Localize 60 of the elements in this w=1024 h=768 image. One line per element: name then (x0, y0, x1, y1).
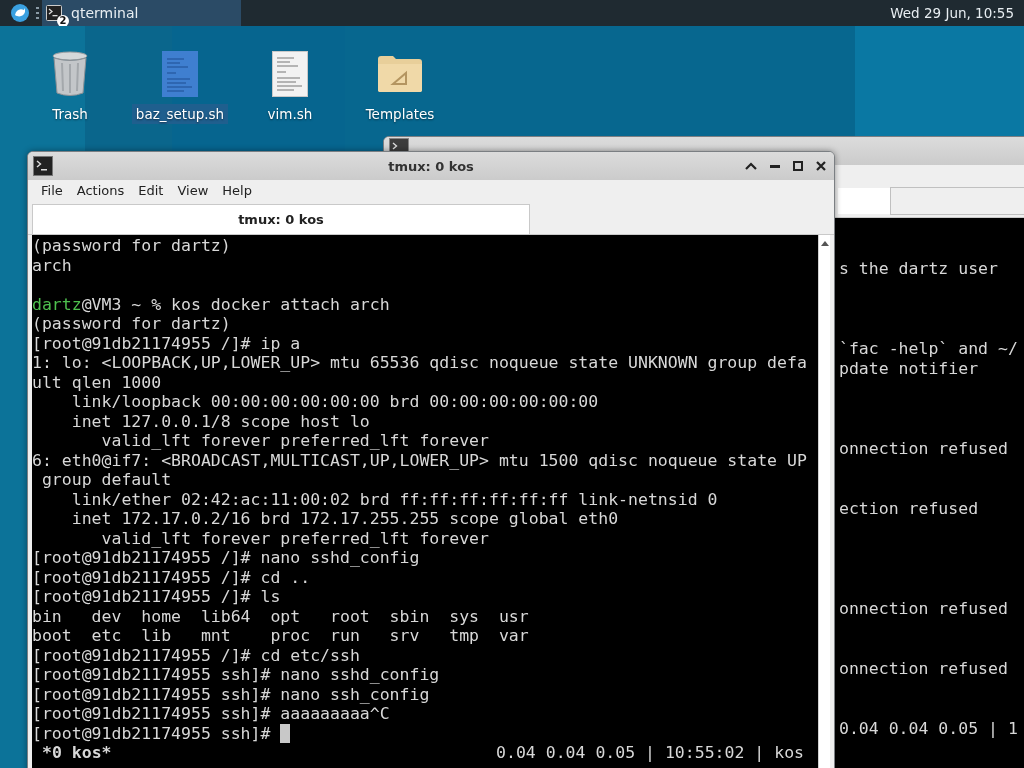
terminal-line: inet 127.0.0.1/8 scope host lo (70, 411, 370, 431)
terminal-icon (33, 156, 53, 176)
terminal-line: link/loopback 00:00:00:00:00:00 brd 00:00:00:00:00:00 (70, 392, 599, 412)
terminal-line: 1: lo: <LOOPBACK,UP,LOWER_UP> mtu 65536 qdisc noqueue state UNKNOWN group defa (32, 353, 807, 373)
drag-handle-icon[interactable] (36, 7, 39, 19)
terminal-line: [root@91db21174955 /]# cd .. (32, 567, 311, 587)
clock: Wed 29 Jun, 10:55 (890, 5, 1014, 21)
terminal-tab[interactable]: tmux: 0 kos (32, 204, 530, 234)
terminal-line: [root@91db21174955 ssh]# aaaaaaaaa^C (32, 704, 390, 724)
menu-item[interactable]: Help (215, 183, 259, 198)
app-menu-icon[interactable] (10, 3, 30, 23)
tmux-status-text: 0.04 0.04 0.05 | 10:55:02 | kos (496, 743, 804, 763)
terminal-line: pdate notifier (839, 359, 979, 379)
menu-item[interactable]: View (170, 183, 216, 198)
close-icon[interactable] (816, 161, 826, 171)
terminal-line: [root@91db21174955 ssh]# nano ssh_config (32, 684, 430, 704)
icon-label[interactable]: baz_setup.sh (131, 104, 229, 124)
trash-icon[interactable] (52, 50, 88, 98)
terminal-line: [root@91db21174955 ssh]# (32, 723, 271, 743)
terminal-line: [root@91db21174955 /]# ls (32, 587, 281, 607)
terminal-line: onnection refused (839, 439, 1008, 459)
terminal-line: [root@91db21174955 /]# nano sshd_config (32, 548, 420, 568)
taskbar-button[interactable]: 2 qterminal (42, 0, 241, 26)
terminal-line: valid_lft forever preferred_lft forever (100, 528, 489, 548)
terminal-line: group default (40, 470, 172, 490)
terminal-line: onnection refused (839, 659, 1008, 679)
window-count-badge: 2 (57, 15, 69, 27)
terminal-line: arch (32, 255, 72, 275)
terminal-line: [root@91db21174955 /]# ip a (32, 333, 301, 353)
terminal-icon (46, 5, 62, 21)
terminal-line: boot etc lib mnt proc run srv tmp var (32, 626, 529, 646)
terminal-line: (password for dartz) (32, 236, 231, 256)
menu-item[interactable]: File (34, 183, 70, 198)
icon-label[interactable]: Trash (48, 104, 92, 124)
terminal-line: (password for dartz) (32, 314, 231, 334)
menu-item[interactable]: Edit (131, 183, 171, 198)
terminal-line: s the dartz user (839, 259, 998, 279)
terminal-line: ection refused (839, 499, 979, 519)
terminal-line: `fac -help` and ~/ (839, 339, 1018, 359)
maximize-icon[interactable] (793, 161, 803, 171)
terminal-line: valid_lft forever preferred_lft forever (100, 431, 489, 451)
terminal-line: [root@91db21174955 ssh]# nano sshd_config (32, 665, 440, 685)
icon-label[interactable]: Templates (361, 104, 439, 124)
icon-label[interactable]: vim.sh (263, 104, 317, 124)
window-title: tmux: 0 kos (388, 158, 474, 174)
terminal-line: ult qlen 1000 (32, 372, 162, 392)
chevron-up-icon[interactable] (745, 162, 757, 170)
menu-item[interactable]: Actions (69, 183, 132, 198)
terminal-line: onnection refused (839, 599, 1008, 619)
terminal-line: inet 172.17.0.2/16 brd 172.17.255.255 scope global eth0 (70, 509, 619, 529)
terminal-line: dartz@VM3 ~ % kos docker attach arch (32, 294, 390, 314)
terminal-line: link/ether 02:42:ac:11:00:02 brd ff:ff:ff:ff:ff:ff link-netnsid 0 (70, 489, 718, 509)
scroll-up-icon[interactable] (820, 241, 829, 246)
terminal-line: 6: eth0@if7: <BROADCAST,MULTICAST,UP,LOWER_UP> mtu 1500 qdisc noqueue state UP (32, 450, 807, 470)
document-icon[interactable] (272, 50, 308, 98)
terminal-line: 0.04 0.04 0.05 | 1 (839, 719, 1018, 739)
terminal-line: [root@91db21174955 /]# cd etc/ssh (32, 645, 360, 665)
tmux-window-label: *0 kos* (42, 743, 112, 763)
scrollbar[interactable] (818, 235, 830, 768)
terminal-line: bin dev home lib64 opt root sbin sys usr (32, 606, 529, 626)
